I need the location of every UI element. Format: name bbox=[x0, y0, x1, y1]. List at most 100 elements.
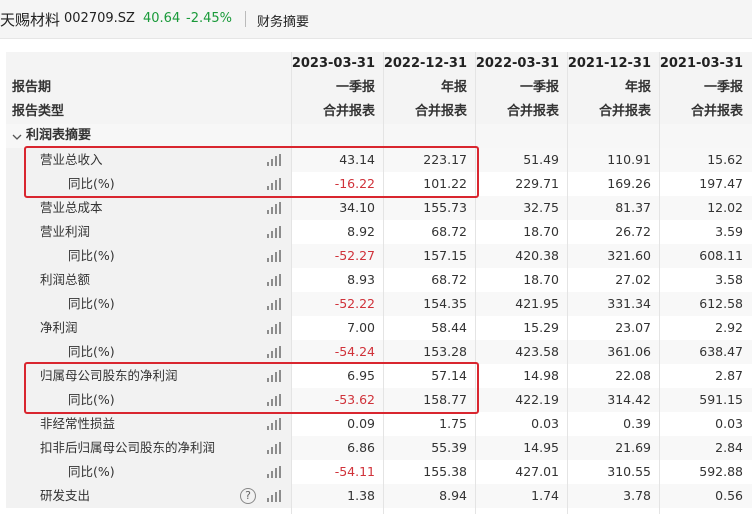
yoy-row-label: 同比(%) bbox=[68, 344, 115, 359]
report-type-row-label: 报告类型 bbox=[12, 104, 65, 119]
column-date: 2022-03-31 bbox=[475, 56, 559, 71]
table-cell: 1.75 bbox=[439, 416, 467, 431]
metric-row-label: 扣非后归属母公司股东的净利润 bbox=[40, 440, 216, 455]
row-label-bg bbox=[6, 244, 291, 268]
table-cell: 68.72 bbox=[431, 272, 467, 287]
bar-chart-icon[interactable] bbox=[267, 418, 281, 430]
table-cell: 21.69 bbox=[615, 440, 651, 455]
metric-row-label: 营业总成本 bbox=[40, 200, 103, 215]
table-cell: 8.93 bbox=[347, 272, 375, 287]
tab-financial-summary[interactable]: 财务摘要 bbox=[257, 11, 309, 30]
column-report-type: 合并报表 bbox=[414, 104, 467, 119]
metric-row-label: 净利润 bbox=[40, 320, 78, 335]
table-cell: -52.27 bbox=[334, 248, 375, 263]
bar-chart-icon[interactable] bbox=[267, 298, 281, 310]
yoy-row-label: 同比(%) bbox=[68, 296, 115, 311]
bar-chart-icon[interactable] bbox=[267, 346, 281, 358]
table-cell: 68.72 bbox=[431, 224, 467, 239]
table-cell: 310.55 bbox=[607, 464, 651, 479]
bar-chart-icon[interactable] bbox=[267, 274, 281, 286]
column-period: 一季报 bbox=[335, 80, 375, 95]
column-period: 一季报 bbox=[703, 80, 743, 95]
table-cell: 2.87 bbox=[715, 368, 743, 383]
table-cell: 7.00 bbox=[347, 320, 375, 335]
column-date: 2022-12-31 bbox=[383, 56, 467, 71]
period-row-label: 报告期 bbox=[12, 80, 52, 95]
table-cell: 153.28 bbox=[423, 344, 467, 359]
bar-chart-icon[interactable] bbox=[267, 466, 281, 478]
metric-row-label: 利润总额 bbox=[40, 272, 91, 287]
column-date: 2023-03-31 bbox=[291, 56, 375, 71]
bar-chart-icon[interactable] bbox=[267, 250, 281, 262]
table-cell: 154.35 bbox=[423, 296, 467, 311]
table-cell: 18.70 bbox=[523, 224, 559, 239]
table-cell: 1.74 bbox=[531, 488, 559, 503]
column-period: 年报 bbox=[624, 80, 651, 95]
section-title[interactable]: 利润表摘要 bbox=[26, 124, 91, 148]
column-report-type: 合并报表 bbox=[506, 104, 559, 119]
help-icon[interactable]: ? bbox=[240, 488, 256, 504]
stock-code: 002709.SZ bbox=[64, 11, 135, 26]
chevron-down-icon[interactable] bbox=[12, 125, 24, 147]
table-cell: 58.44 bbox=[431, 320, 467, 335]
table-cell: 0.03 bbox=[715, 416, 743, 431]
table-cell: 3.59 bbox=[715, 224, 743, 239]
table-cell: 427.01 bbox=[515, 464, 559, 479]
row-label-bg bbox=[6, 292, 291, 316]
table-cell: 169.26 bbox=[607, 176, 651, 191]
header-divider bbox=[245, 11, 246, 27]
table-cell: 51.49 bbox=[523, 152, 559, 167]
bar-chart-icon[interactable] bbox=[267, 442, 281, 454]
table-cell: 331.34 bbox=[607, 296, 651, 311]
table-cell: 8.92 bbox=[347, 224, 375, 239]
metric-row-label: 非经常性损益 bbox=[40, 416, 116, 431]
stock-header: 天赐材料 002709.SZ 40.64 -2.45% 财务摘要 bbox=[0, 0, 752, 39]
bar-chart-icon[interactable] bbox=[267, 322, 281, 334]
table-cell: 321.60 bbox=[607, 248, 651, 263]
yoy-row-label: 同比(%) bbox=[68, 464, 115, 479]
bar-chart-icon[interactable] bbox=[267, 226, 281, 238]
table-cell: 612.58 bbox=[699, 296, 743, 311]
stock-name: 天赐材料 bbox=[0, 11, 61, 29]
row-label-bg bbox=[6, 340, 291, 364]
bar-chart-icon[interactable] bbox=[267, 202, 281, 214]
table-cell: -54.11 bbox=[334, 464, 375, 479]
table-cell: 55.39 bbox=[431, 440, 467, 455]
table-cell: 422.19 bbox=[515, 392, 559, 407]
table-cell: 2.84 bbox=[715, 440, 743, 455]
table-cell: 22.08 bbox=[615, 368, 651, 383]
table-cell: 3.58 bbox=[715, 272, 743, 287]
table-cell: 34.10 bbox=[339, 200, 375, 215]
table-cell: 26.72 bbox=[615, 224, 651, 239]
table-cell: 32.75 bbox=[523, 200, 559, 215]
table-cell: 608.11 bbox=[699, 248, 743, 263]
table-cell: 1.38 bbox=[347, 488, 375, 503]
table-cell: 27.02 bbox=[615, 272, 651, 287]
table-cell: 197.47 bbox=[699, 176, 743, 191]
column-period: 年报 bbox=[440, 80, 467, 95]
financial-summary-table: 2023-03-31 一季报合并报表 2022-12-31 年报合并报表 2022-03… bbox=[6, 52, 752, 514]
column-period: 一季报 bbox=[519, 80, 559, 95]
column-date: 2021-12-31 bbox=[567, 56, 651, 71]
stock-price: 40.64 bbox=[143, 11, 181, 26]
highlight-box-revenue bbox=[24, 146, 479, 198]
table-cell: 638.47 bbox=[699, 344, 743, 359]
table-cell: 81.37 bbox=[615, 200, 651, 215]
highlight-box-net-profit-parent bbox=[24, 362, 479, 414]
table-cell: 18.70 bbox=[523, 272, 559, 287]
table-cell: -52.22 bbox=[334, 296, 375, 311]
table-cell: 157.15 bbox=[423, 248, 467, 263]
column-report-type: 合并报表 bbox=[322, 104, 375, 119]
table-cell: 0.03 bbox=[531, 416, 559, 431]
bar-chart-icon[interactable] bbox=[267, 490, 281, 502]
metric-row-label: 研发支出 bbox=[40, 488, 91, 503]
table-cell: 8.94 bbox=[439, 488, 467, 503]
table-cell: 14.95 bbox=[523, 440, 559, 455]
table-cell: 15.62 bbox=[707, 152, 743, 167]
table-cell: 592.88 bbox=[699, 464, 743, 479]
table-cell: 421.95 bbox=[515, 296, 559, 311]
table-cell: 0.39 bbox=[623, 416, 651, 431]
table-cell: 2.92 bbox=[715, 320, 743, 335]
table-cell: 0.56 bbox=[715, 488, 743, 503]
table-cell: 12.02 bbox=[707, 200, 743, 215]
